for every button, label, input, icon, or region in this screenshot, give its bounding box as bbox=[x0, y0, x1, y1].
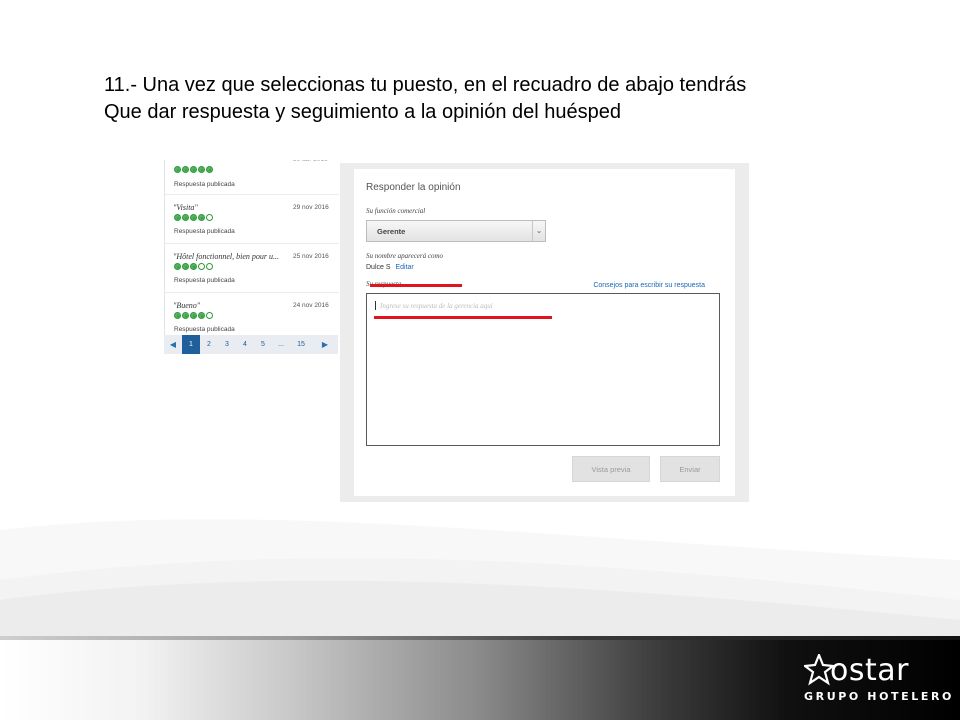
bubble-rating-icon bbox=[174, 214, 213, 223]
rating-bubble-icon bbox=[174, 166, 181, 173]
rating-bubble-icon bbox=[182, 214, 189, 221]
edit-name-link[interactable]: Editar bbox=[395, 264, 413, 271]
role-label: Su función comercial bbox=[366, 207, 426, 215]
rating-bubble-icon bbox=[198, 263, 205, 270]
review-status: Respuesta publicada bbox=[174, 277, 235, 284]
review-date: 25 nov 2016 bbox=[293, 253, 329, 260]
review-title[interactable]: "Bueno" bbox=[173, 301, 285, 310]
page-link[interactable]: 1 bbox=[182, 335, 200, 354]
rating-bubble-icon bbox=[198, 312, 205, 319]
rating-bubble-icon bbox=[190, 166, 197, 173]
rating-bubble-icon bbox=[206, 166, 213, 173]
rating-bubble-icon bbox=[174, 312, 181, 319]
rating-bubble-icon bbox=[198, 166, 205, 173]
review-date: 30 abr 2016 bbox=[293, 160, 328, 163]
review-list-item[interactable]: "Hôtel fonctionnel, bien pour u... 25 nov… bbox=[165, 244, 339, 293]
response-form: Responder la opinión Su función comercia… bbox=[354, 169, 735, 496]
rating-bubble-icon bbox=[190, 214, 197, 221]
page-link[interactable]: 3 bbox=[218, 335, 236, 354]
ostar-logo: ostar GRUPO HOTELERO bbox=[802, 653, 951, 710]
review-status: Respuesta publicada bbox=[174, 326, 235, 333]
page-link[interactable]: 2 bbox=[200, 335, 218, 354]
text-caret bbox=[375, 301, 376, 310]
page-link[interactable]: 15 bbox=[290, 335, 312, 354]
rating-bubble-icon bbox=[190, 312, 197, 319]
preview-button[interactable]: Vista previa bbox=[572, 456, 650, 482]
bubble-rating-icon bbox=[174, 312, 213, 321]
display-name: Dulce S Editar bbox=[366, 264, 414, 271]
bubble-rating-icon bbox=[174, 263, 213, 272]
logo-wordmark: ostar bbox=[830, 653, 909, 688]
name-label: Su nombre aparecerá como bbox=[366, 252, 444, 260]
form-title: Responder la opinión bbox=[366, 182, 461, 193]
review-list-item[interactable]: "Visita" 29 nov 2016 Respuesta publicada bbox=[165, 195, 339, 244]
role-select-value: Gerente bbox=[377, 227, 406, 236]
pagination: ◀ 1 2 3 4 5... 15 ▶ bbox=[164, 335, 338, 354]
triangle-right-icon[interactable]: ▶ bbox=[316, 335, 334, 354]
display-name-value: Dulce S bbox=[366, 264, 391, 271]
heading-line-2: Que dar respuesta y seguimiento a la opi… bbox=[104, 101, 622, 123]
logo-subtitle: GRUPO HOTELERO bbox=[804, 690, 954, 703]
review-title[interactable]: "Visita" bbox=[173, 203, 285, 212]
slide-heading: 11.- Una vez que seleccionas tu puesto, … bbox=[104, 72, 904, 126]
rating-bubble-icon bbox=[198, 214, 205, 221]
highlight-underline-label bbox=[370, 284, 462, 287]
chevron-down-icon[interactable]: ⌄ bbox=[532, 221, 545, 241]
page-link: ... bbox=[278, 341, 284, 348]
response-tips-link[interactable]: Consejos para escribir su respuesta bbox=[593, 282, 705, 289]
rating-bubble-icon bbox=[206, 214, 213, 221]
review-date: 29 nov 2016 bbox=[293, 204, 329, 211]
review-list-item[interactable]: 30 abr 2016 Respuesta publicada bbox=[165, 160, 339, 195]
send-button[interactable]: Enviar bbox=[660, 456, 720, 482]
rating-bubble-icon bbox=[182, 166, 189, 173]
review-title[interactable]: "Hôtel fonctionnel, bien pour u... bbox=[173, 252, 285, 261]
review-list: 30 abr 2016 Respuesta publicada "Visita" 29… bbox=[164, 160, 339, 354]
rating-bubble-icon bbox=[174, 263, 181, 270]
bubble-rating-icon bbox=[174, 166, 213, 175]
rating-bubble-icon bbox=[206, 312, 213, 319]
page-link[interactable]: 5 bbox=[254, 335, 272, 354]
review-status: Respuesta publicada bbox=[174, 228, 235, 235]
rating-bubble-icon bbox=[206, 263, 213, 270]
role-select[interactable]: Gerente ⌄ bbox=[366, 220, 546, 242]
rating-bubble-icon bbox=[182, 312, 189, 319]
rating-bubble-icon bbox=[190, 263, 197, 270]
triangle-left-icon[interactable]: ◀ bbox=[164, 335, 182, 354]
rating-bubble-icon bbox=[174, 214, 181, 221]
response-placeholder: Ingrese su respuesta de la gerencia aquí bbox=[380, 302, 493, 310]
page-link[interactable]: 4 bbox=[236, 335, 254, 354]
response-form-panel: Responder la opinión Su función comercia… bbox=[340, 163, 749, 502]
highlight-underline-textarea bbox=[374, 316, 552, 319]
heading-line-1: 11.- Una vez que seleccionas tu puesto, … bbox=[104, 74, 747, 96]
rating-bubble-icon bbox=[182, 263, 189, 270]
review-status: Respuesta publicada bbox=[174, 181, 235, 188]
review-date: 24 nov 2016 bbox=[293, 302, 329, 309]
